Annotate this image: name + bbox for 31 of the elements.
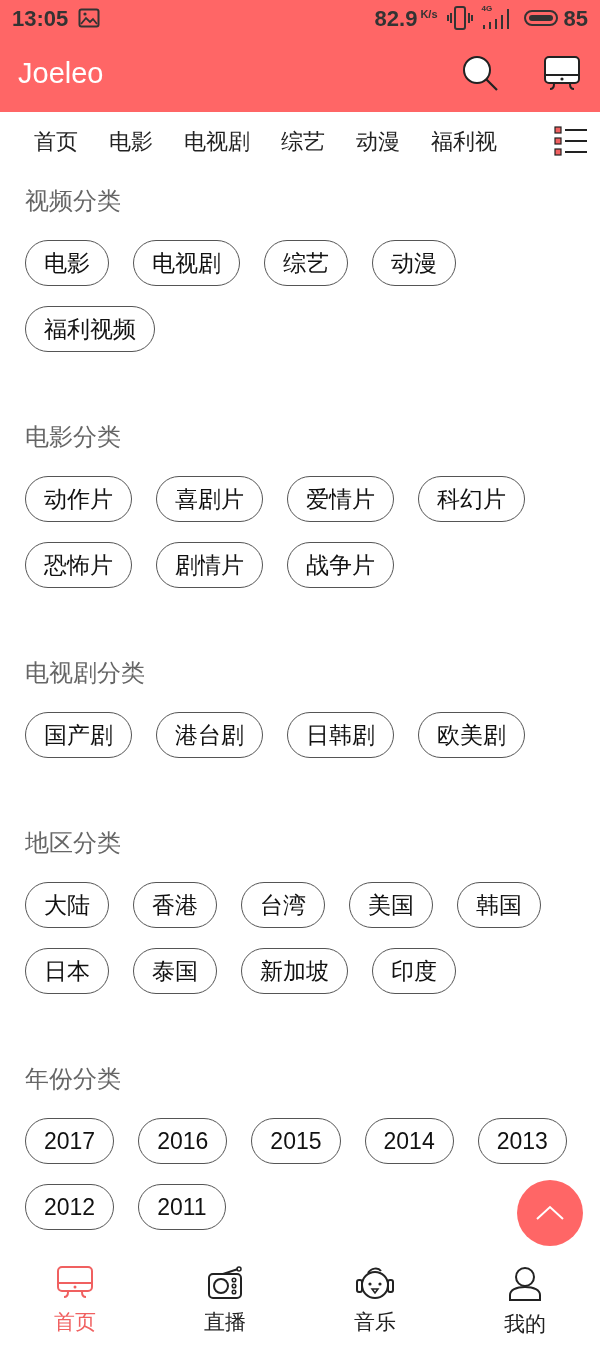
speed-unit: K/s bbox=[420, 7, 438, 22]
category-tab[interactable]: 福利视 bbox=[431, 124, 497, 158]
section-title: 地区分类 bbox=[25, 828, 121, 858]
category-tab[interactable]: 动漫 bbox=[356, 124, 400, 158]
section-title: 电视剧分类 bbox=[25, 658, 145, 688]
category-tab[interactable]: 综艺 bbox=[281, 124, 325, 158]
image-icon bbox=[78, 8, 101, 28]
status-time: 13:05 bbox=[12, 4, 69, 33]
chevron-up-icon bbox=[535, 1205, 565, 1221]
tv-icon[interactable] bbox=[544, 56, 580, 92]
radio-icon bbox=[207, 1266, 243, 1300]
section-title: 电影分类 bbox=[25, 422, 121, 452]
category-tab[interactable]: 电视剧 bbox=[184, 124, 250, 158]
tv-icon bbox=[57, 1266, 93, 1300]
network-speed: 82.9 bbox=[374, 4, 418, 33]
section-title: 年份分类 bbox=[25, 1064, 121, 1094]
category-tab[interactable]: 首页 bbox=[34, 124, 78, 158]
section-title: 视频分类 bbox=[25, 186, 121, 216]
battery-level: 85 bbox=[563, 4, 588, 33]
headphones-icon bbox=[355, 1266, 395, 1300]
network-type: 4G bbox=[481, 5, 493, 13]
category-tab[interactable]: 电影 bbox=[109, 124, 153, 158]
user-icon bbox=[508, 1266, 542, 1302]
battery-icon bbox=[523, 9, 558, 27]
nav-tab[interactable]: 直播 bbox=[150, 1250, 300, 1346]
nav-tab[interactable]: 音乐 bbox=[300, 1250, 450, 1346]
search-icon[interactable] bbox=[462, 55, 500, 93]
app-title: Joeleo bbox=[18, 56, 104, 92]
menu-icon[interactable] bbox=[554, 125, 588, 157]
nav-tab[interactable]: 我的 bbox=[450, 1250, 600, 1346]
vibrate-icon bbox=[445, 5, 474, 31]
